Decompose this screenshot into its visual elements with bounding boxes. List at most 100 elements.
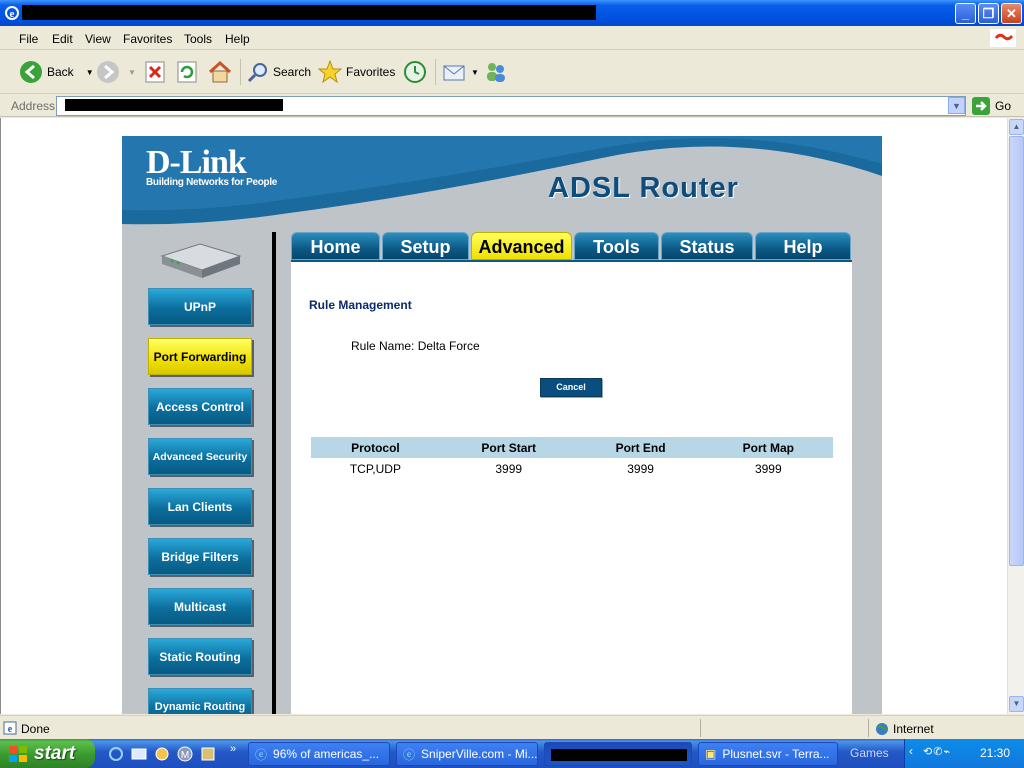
messenger-button[interactable] [484, 59, 508, 85]
nav-multicast[interactable]: Multicast [148, 588, 252, 625]
taskbar-item-active[interactable] [544, 742, 692, 766]
taskbar-item[interactable]: ⓔ 96% of americas_... [248, 742, 390, 766]
vertical-scrollbar[interactable]: ▲ ▼ [1007, 118, 1024, 714]
start-label: start [34, 742, 76, 764]
toolbar-separator [240, 59, 241, 85]
go-label: Go [995, 99, 1012, 113]
menu-tools[interactable]: Tools [184, 32, 212, 46]
router-device-image [160, 243, 242, 278]
column-header: Protocol [311, 437, 440, 458]
quicklaunch-desktop-icon[interactable] [131, 746, 147, 762]
taskbar-item[interactable]: ⓔ SniperVille.com - Mi... [396, 742, 538, 766]
status-text: Done [21, 722, 50, 736]
nav-lan-clients[interactable]: Lan Clients [148, 488, 252, 525]
section-title: Rule Management [309, 298, 412, 312]
quicklaunch-clock-icon[interactable] [154, 746, 170, 762]
forward-button[interactable]: ▼ [96, 59, 136, 85]
title-bar: e _ ❐ ✕ [0, 0, 1024, 26]
scroll-up-icon[interactable]: ▲ [1009, 119, 1024, 135]
tab-advanced[interactable]: Advanced [471, 232, 572, 260]
tray-expand-icon[interactable]: ‹ [909, 744, 913, 758]
back-button[interactable]: Back ▼ [19, 59, 94, 85]
windows-logo-icon [990, 29, 1016, 47]
tab-setup[interactable]: Setup [382, 232, 469, 260]
cancel-button[interactable]: Cancel [540, 378, 602, 397]
task-label: 96% of americas_... [273, 747, 380, 761]
redacted-task-label [551, 749, 687, 761]
menu-file[interactable]: File [19, 32, 38, 46]
dlink-tagline: Building Networks for People [146, 177, 278, 188]
home-button[interactable] [208, 59, 232, 85]
address-dropdown-icon[interactable]: ▼ [948, 97, 965, 114]
refresh-button[interactable] [177, 59, 197, 85]
zone-label: Internet [893, 722, 934, 736]
mail-button[interactable]: ▼ [443, 59, 479, 85]
taskbar-item[interactable]: ▣ Plusnet.svr - Terra... [698, 742, 838, 766]
rule-name-text: Rule Name: Delta Force [351, 339, 480, 353]
menu-view[interactable]: View [85, 32, 111, 46]
quicklaunch-m-icon[interactable]: M [177, 746, 193, 762]
content-panel: Rule Management Rule Name: Delta Force C… [291, 260, 852, 714]
quicklaunch-ie-icon[interactable] [108, 746, 124, 762]
column-header: Port Map [703, 437, 833, 458]
task-ie-icon: ⓔ [255, 747, 268, 762]
start-button[interactable]: start [0, 739, 95, 768]
star-icon [318, 60, 342, 84]
close-button[interactable]: ✕ [1001, 3, 1022, 24]
taskbar: start M » ⓔ 96% of americas_... ⓔ Sniper… [0, 739, 1024, 768]
favorites-button[interactable]: Favorites [318, 59, 395, 85]
port-map-cell: 3999 [754, 461, 782, 476]
menu-edit[interactable]: Edit [52, 32, 73, 46]
stop-button[interactable] [145, 59, 165, 85]
nav-static-routing[interactable]: Static Routing [148, 638, 252, 675]
minimize-button[interactable]: _ [955, 3, 976, 24]
back-dropdown-icon[interactable]: ▼ [86, 68, 94, 77]
history-icon [404, 61, 426, 83]
go-arrow-icon [972, 97, 990, 115]
forward-arrow-icon [97, 61, 119, 83]
tray-icons[interactable]: ⟲✆⌁ [923, 745, 951, 758]
task-ie-icon: ⓔ [403, 747, 416, 762]
security-zone: Internet [875, 722, 934, 736]
toolbar-separator [435, 59, 436, 85]
column-header: Port End [577, 437, 704, 458]
menu-favorites[interactable]: Favorites [123, 32, 172, 46]
tab-home[interactable]: Home [291, 232, 380, 260]
tab-status[interactable]: Status [661, 232, 753, 260]
search-button[interactable]: Search [247, 59, 311, 85]
scroll-down-icon[interactable]: ▼ [1009, 696, 1024, 712]
clock: 21:30 [979, 746, 1010, 760]
nav-upnp[interactable]: UPnP [148, 288, 252, 325]
address-label: Address [11, 99, 56, 113]
column-header: Port Start [439, 437, 578, 458]
redacted-title [22, 5, 596, 20]
nav-dynamic-routing[interactable]: Dynamic Routing [148, 688, 252, 714]
task-app-icon: ▣ [705, 747, 717, 761]
svg-text:M: M [181, 750, 189, 761]
mail-icon [443, 65, 465, 81]
quicklaunch-app-icon[interactable] [200, 746, 216, 762]
favorites-label: Favorites [346, 65, 396, 79]
address-bar: Address ▼ Go [0, 95, 1024, 117]
nav-advanced-security[interactable]: Advanced Security [148, 438, 252, 475]
quicklaunch-chevron-icon[interactable]: » [230, 743, 236, 755]
scrollbar-thumb[interactable] [1009, 136, 1024, 566]
search-icon [247, 63, 267, 83]
nav-bridge-filters[interactable]: Bridge Filters [148, 538, 252, 575]
menu-help[interactable]: Help [225, 32, 250, 46]
maximize-button[interactable]: ❐ [978, 3, 999, 24]
status-separator [868, 719, 869, 737]
product-title: ADSL Router [548, 172, 739, 204]
refresh-icon [177, 61, 197, 83]
nav-port-forwarding[interactable]: Port Forwarding [148, 338, 252, 375]
mail-dropdown-icon[interactable]: ▼ [471, 68, 479, 77]
tab-help[interactable]: Help [755, 232, 851, 260]
go-button[interactable]: Go [972, 97, 1011, 115]
status-separator [700, 719, 701, 737]
nav-access-control[interactable]: Access Control [148, 388, 252, 425]
globe-icon [876, 723, 888, 735]
history-button[interactable] [403, 59, 427, 85]
messenger-icon [487, 63, 505, 82]
tab-tools[interactable]: Tools [574, 232, 659, 260]
taskbar-group-games[interactable]: Games [850, 746, 889, 760]
